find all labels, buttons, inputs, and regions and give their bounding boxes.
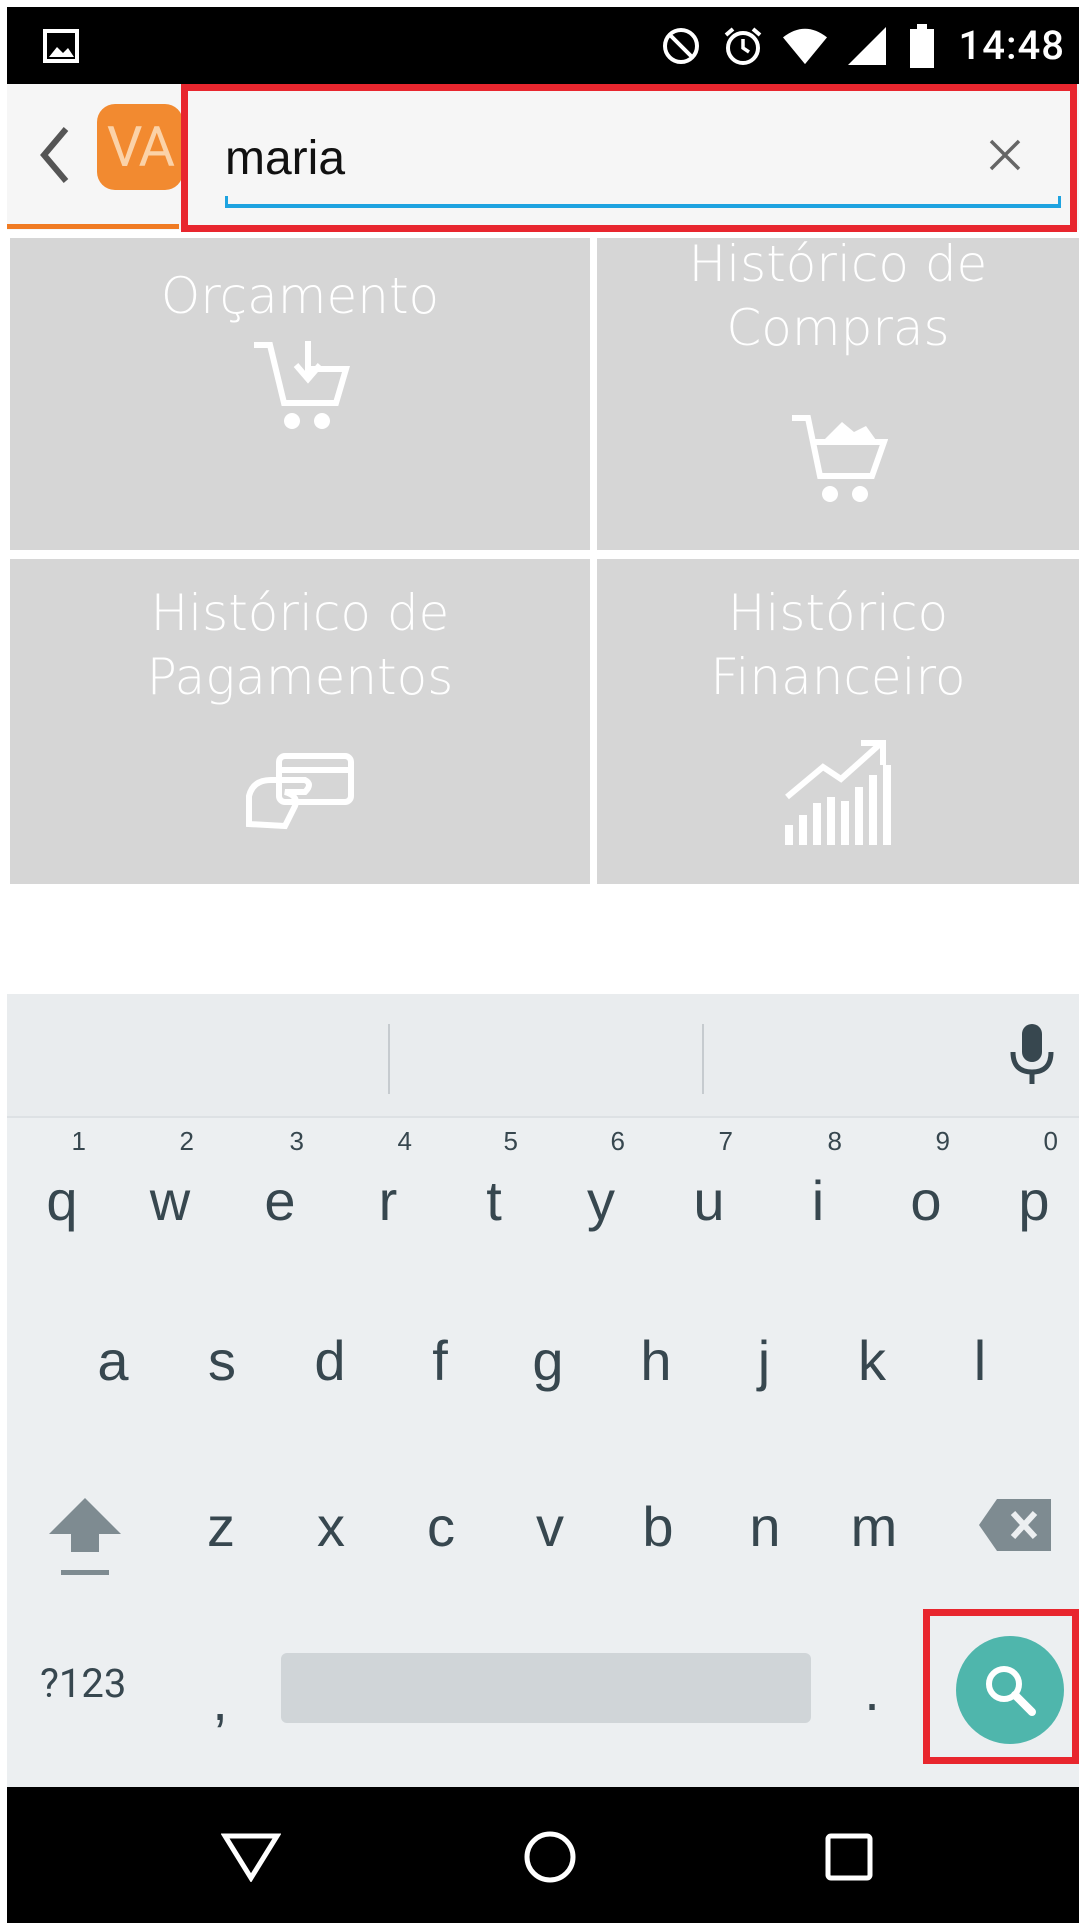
tile-label: Histórico de Pagamentos xyxy=(146,584,454,706)
key-t[interactable]: 5t xyxy=(464,1126,524,1240)
tile-historico-pagamentos[interactable]: Histórico de Pagamentos xyxy=(10,559,590,884)
do-not-disturb-icon xyxy=(659,24,703,68)
search-key-highlight-box xyxy=(923,1609,1079,1764)
status-bar: 14:48 xyxy=(7,7,1079,84)
key-hint-number: 5 xyxy=(503,1126,518,1156)
nav-back-button[interactable] xyxy=(211,1817,291,1897)
key-label: y xyxy=(587,1168,615,1232)
key-hint-number: 9 xyxy=(935,1126,950,1156)
image-icon xyxy=(43,29,79,63)
key-label: t xyxy=(486,1168,502,1232)
back-triangle-icon xyxy=(221,1833,281,1882)
wifi-icon xyxy=(782,24,827,68)
key-a[interactable]: a xyxy=(83,1320,143,1400)
key-c[interactable]: c xyxy=(411,1486,471,1566)
navigation-bar xyxy=(7,1787,1079,1923)
avatar[interactable]: VA xyxy=(97,104,183,190)
suggestion-divider xyxy=(388,1024,390,1094)
key-l[interactable]: l xyxy=(950,1320,1010,1400)
key-hint-number: 0 xyxy=(1043,1126,1058,1156)
key-hint-number: 6 xyxy=(610,1126,625,1156)
key-label: o xyxy=(910,1168,942,1232)
key-label: q xyxy=(46,1168,78,1232)
tile-historico-compras[interactable]: Histórico de Compras xyxy=(597,235,1079,550)
key-z[interactable]: z xyxy=(191,1486,251,1566)
symbols-key[interactable]: ?123 xyxy=(40,1660,126,1707)
backspace-icon xyxy=(979,1499,1051,1551)
tile-label: Histórico de Compras xyxy=(688,235,988,357)
cell-signal-icon xyxy=(845,24,889,68)
search-highlight-box xyxy=(181,84,1077,232)
key-q[interactable]: 1q xyxy=(32,1126,92,1240)
shift-icon xyxy=(49,1498,121,1575)
key-j[interactable]: j xyxy=(734,1320,794,1400)
key-y[interactable]: 6y xyxy=(571,1126,631,1240)
cart-full-icon xyxy=(792,415,888,502)
key-s[interactable]: s xyxy=(192,1320,252,1400)
key-label: p xyxy=(1018,1168,1050,1232)
key-i[interactable]: 8i xyxy=(788,1126,848,1240)
key-hint-number: 3 xyxy=(289,1126,304,1156)
tile-historico-financeiro[interactable]: Histórico Financeiro xyxy=(597,559,1079,884)
key-e[interactable]: 3e xyxy=(250,1126,310,1240)
key-hint-number: 7 xyxy=(718,1126,733,1156)
microphone-icon[interactable] xyxy=(1007,1022,1057,1086)
key-k[interactable]: k xyxy=(842,1320,902,1400)
shift-key[interactable] xyxy=(40,1490,130,1580)
tile-label: Histórico Financeiro xyxy=(710,584,966,706)
key-h[interactable]: h xyxy=(626,1320,686,1400)
cart-download-icon xyxy=(254,341,350,429)
toolbar-accent-line xyxy=(7,224,179,229)
suggestion-strip xyxy=(7,994,1079,1118)
key-g[interactable]: g xyxy=(518,1320,578,1400)
suggestion-divider xyxy=(702,1024,704,1094)
key-v[interactable]: v xyxy=(520,1486,580,1566)
key-label: e xyxy=(264,1168,296,1232)
key-hint-number: 4 xyxy=(397,1126,412,1156)
tile-label: Orçamento xyxy=(160,267,440,325)
home-circle-icon xyxy=(524,1831,576,1883)
key-o[interactable]: 9o xyxy=(896,1126,956,1240)
space-key[interactable] xyxy=(281,1653,811,1723)
key-hint-number: 1 xyxy=(71,1126,86,1156)
key-f[interactable]: f xyxy=(410,1320,470,1400)
nav-home-button[interactable] xyxy=(510,1817,590,1897)
key-hint-number: 8 xyxy=(827,1126,842,1156)
key-u[interactable]: 7u xyxy=(679,1126,739,1240)
comma-key[interactable]: , xyxy=(200,1660,240,1740)
key-hint-number: 2 xyxy=(179,1126,194,1156)
key-label: u xyxy=(693,1168,725,1232)
key-label: w xyxy=(149,1168,191,1232)
key-r[interactable]: 4r xyxy=(358,1126,418,1240)
recents-square-icon xyxy=(825,1833,873,1881)
key-m[interactable]: m xyxy=(844,1486,904,1566)
battery-icon xyxy=(907,23,937,68)
key-w[interactable]: 2w xyxy=(140,1126,200,1240)
nav-recents-button[interactable] xyxy=(809,1817,889,1897)
key-p[interactable]: 0p xyxy=(1004,1126,1064,1240)
key-x[interactable]: x xyxy=(301,1486,361,1566)
status-time: 14:48 xyxy=(958,22,1065,69)
back-button[interactable] xyxy=(28,120,80,190)
card-payment-icon xyxy=(246,753,354,830)
backspace-key[interactable] xyxy=(975,1490,1055,1560)
alarm-icon xyxy=(721,24,765,68)
tile-orcamento[interactable]: Orçamento xyxy=(10,238,590,550)
growth-chart-icon xyxy=(785,740,891,845)
chevron-left-icon xyxy=(40,127,69,183)
key-n[interactable]: n xyxy=(735,1486,795,1566)
period-key[interactable]: . xyxy=(852,1650,892,1730)
key-b[interactable]: b xyxy=(628,1486,688,1566)
key-d[interactable]: d xyxy=(300,1320,360,1400)
key-label: i xyxy=(811,1168,825,1232)
key-label: r xyxy=(378,1168,398,1232)
